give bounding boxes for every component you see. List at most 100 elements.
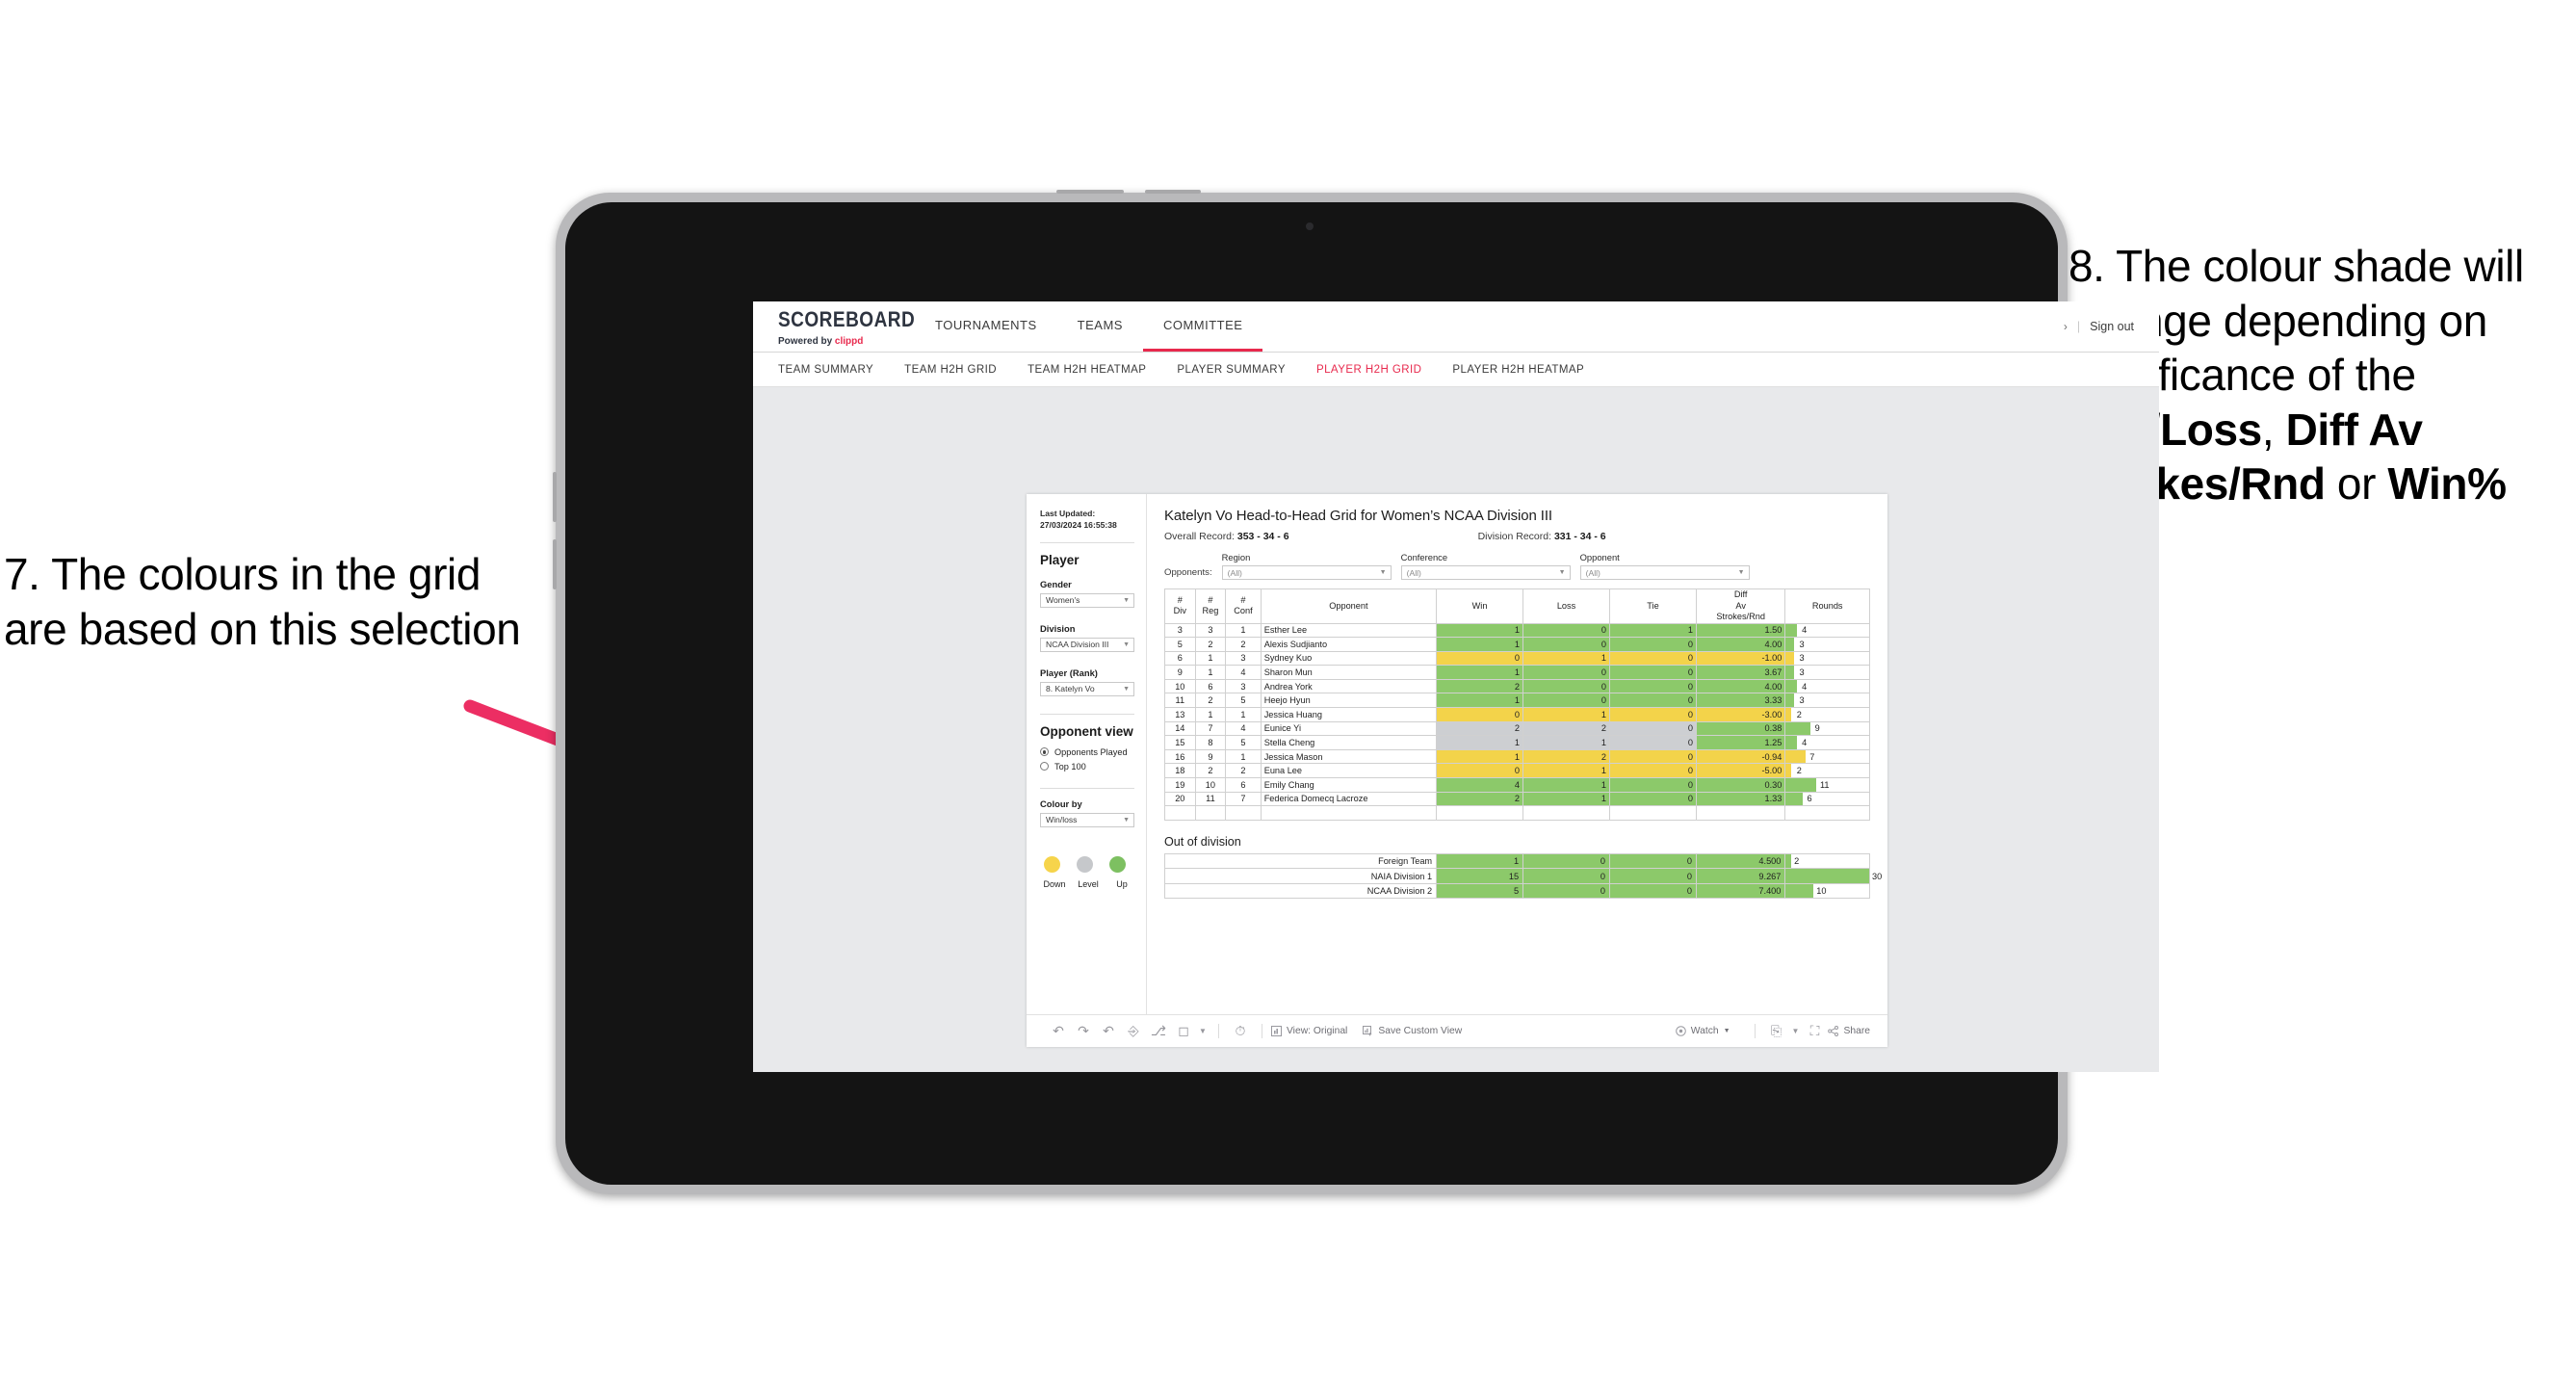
table-row[interactable]: 20 11 7 Federica Domecq Lacroze 2 1 0 1.33 6: [1164, 791, 1870, 807]
opponent-filter-row: Opponents: Region (All) ▼ Conference (Al: [1164, 552, 1870, 580]
chevron-down-icon[interactable]: ▼: [1789, 1027, 1803, 1035]
revert-icon[interactable]: ↶: [1096, 1023, 1121, 1039]
toolbar-right-group: Watch ▼ ⎘ ▼ ⛶ Share: [1675, 1023, 1887, 1039]
col-header-7[interactable]: Diff Av Strokes/Rnd: [1695, 588, 1786, 624]
device-layout-icon[interactable]: ◻: [1171, 1023, 1196, 1039]
table-cell: 0: [1609, 720, 1697, 737]
table-row[interactable]: 19 10 6 Emily Chang 4 1 0 0.30 11: [1164, 777, 1870, 793]
table-cell: 5: [1225, 735, 1262, 750]
colour-legend: [1040, 855, 1134, 873]
tablet-volume-down-button[interactable]: [553, 539, 557, 589]
save-custom-view-button[interactable]: Save Custom View: [1363, 1026, 1462, 1036]
logo-brand: clippd: [834, 336, 864, 347]
share-button[interactable]: Share: [1827, 1026, 1870, 1036]
table-cell: 1: [1436, 665, 1524, 680]
col-header-3[interactable]: Opponent: [1260, 588, 1438, 624]
table-blank-cell: [1260, 805, 1438, 821]
col-header-8[interactable]: Rounds: [1784, 588, 1870, 624]
subnav-player-h2h-heatmap[interactable]: PLAYER H2H HEATMAP: [1452, 364, 1601, 376]
app-logo[interactable]: SCOREBOARD Powered by clippd: [753, 301, 915, 352]
division-select[interactable]: NCAA Division III ▼: [1040, 637, 1134, 652]
overall-record-label: Overall Record:: [1164, 531, 1237, 542]
col-header-6[interactable]: Tie: [1609, 588, 1697, 624]
col-header-0[interactable]: # Div: [1164, 588, 1196, 624]
subnav-team-h2h-grid[interactable]: TEAM H2H GRID: [904, 364, 1014, 376]
tablet-power-button[interactable]: [1056, 190, 1124, 194]
share-label: Share: [1843, 1026, 1870, 1036]
fullscreen-icon[interactable]: ⛶: [1803, 1023, 1828, 1039]
signout-link[interactable]: Sign out: [2090, 320, 2134, 333]
col-header-2[interactable]: # Conf: [1225, 588, 1262, 624]
table-cell: Esther Lee: [1260, 622, 1438, 639]
signout-area: › | Sign out: [2064, 301, 2159, 352]
clock-history-icon[interactable]: ⏱: [1228, 1023, 1253, 1039]
table-row[interactable]: Foreign Team 1 0 0 4.500 2: [1163, 852, 1870, 870]
col-header-4[interactable]: Win: [1436, 588, 1524, 624]
tab-tournaments[interactable]: TOURNAMENTS: [915, 301, 1057, 352]
out-of-division-table[interactable]: Foreign Team 1 0 0 4.500 2 NAIA Division 1 15 0 0…: [1163, 852, 1882, 900]
table-row[interactable]: 3 3 1 Esther Lee 1 0 1 1.50 4: [1164, 622, 1870, 639]
redo-icon[interactable]: ↷: [1071, 1023, 1096, 1039]
conference-select[interactable]: (All) ▼: [1400, 565, 1571, 580]
subnav-player-summary[interactable]: PLAYER SUMMARY: [1177, 364, 1303, 376]
chevron-down-icon: ▼: [1723, 1028, 1730, 1034]
subscribe-icon[interactable]: ⎘: [1764, 1023, 1789, 1039]
table-row[interactable]: 13 1 1 Jessica Huang 0 1 0 -3.00 2: [1164, 707, 1870, 722]
table-row[interactable]: 6 1 3 Sydney Kuo 0 1 0 -1.00 3: [1164, 650, 1870, 667]
table-cell: 3: [1225, 650, 1262, 667]
table-cell: 0: [1609, 852, 1697, 870]
table-cell: 0: [1609, 735, 1697, 750]
view-original-button[interactable]: View: Original: [1271, 1026, 1347, 1036]
col-header-5[interactable]: Loss: [1522, 588, 1611, 624]
subnav-player-h2h-grid[interactable]: PLAYER H2H GRID: [1316, 364, 1439, 376]
table-row[interactable]: NCAA Division 2 5 0 0 7.400 10: [1163, 882, 1870, 900]
table-row[interactable]: 14 7 4 Eunice Yi 2 2 0 0.38 9: [1164, 720, 1870, 737]
rounds-bar-cell: 2: [1784, 852, 1870, 870]
table-blank-cell: [1194, 805, 1226, 821]
radio-top-100[interactable]: Top 100: [1040, 762, 1134, 771]
table-row[interactable]: 5 2 2 Alexis Sudjianto 1 0 0 4.00 3: [1164, 637, 1870, 652]
subnav-team-h2h-heatmap[interactable]: TEAM H2H HEATMAP: [1028, 364, 1163, 376]
table-cell: 2: [1194, 763, 1227, 779]
refresh-icon[interactable]: ⎆: [1121, 1023, 1146, 1039]
table-row[interactable]: 16 9 1 Jessica Mason 1 2 0 -0.94 7: [1164, 748, 1870, 765]
chevron-right-icon[interactable]: ›: [2064, 320, 2068, 333]
player-rank-select[interactable]: 8. Katelyn Vo ▼: [1040, 681, 1134, 696]
rounds-bar: [1785, 708, 1792, 721]
pause-auto-updates-icon[interactable]: ⎇: [1146, 1023, 1171, 1039]
watch-button[interactable]: Watch ▼: [1675, 1026, 1730, 1036]
table-row[interactable]: 9 1 4 Sharon Mun 1 0 0 3.67 3: [1164, 665, 1870, 680]
table-blank-cell: [1609, 805, 1697, 821]
table-blank-cell: [1522, 805, 1611, 821]
rounds-bar: [1785, 722, 1811, 735]
tablet-volume-up-button[interactable]: [553, 472, 557, 522]
gender-label: Gender: [1040, 578, 1072, 589]
gender-select[interactable]: Women's ▼: [1040, 592, 1134, 608]
radio-opponents-played[interactable]: Opponents Played: [1040, 747, 1134, 757]
subnav-team-summary[interactable]: TEAM SUMMARY: [778, 364, 891, 376]
h2h-grid-table[interactable]: # Div # Reg # Conf Opponent Win Loss Tie Diff Av Str…: [1164, 588, 1870, 821]
table-cell: 0: [1522, 868, 1611, 884]
rounds-bar-cell: 11: [1784, 777, 1870, 793]
tab-committee[interactable]: COMMITTEE: [1142, 301, 1263, 352]
table-row[interactable]: 10 6 3 Andrea York 2 0 0 4.00 4: [1164, 678, 1870, 694]
col-header-1[interactable]: # Reg: [1194, 588, 1227, 624]
tab-teams[interactable]: TEAMS: [1057, 301, 1143, 352]
table-row[interactable]: 11 2 5 Heejo Hyun 1 0 0 3.33 3: [1164, 693, 1870, 709]
chevron-down-icon[interactable]: ▼: [1196, 1027, 1210, 1035]
toolbar-divider-3: [1754, 1024, 1756, 1038]
rounds-bar-cell: 30: [1784, 868, 1882, 884]
table-row[interactable]: 15 8 5 Stella Cheng 1 1 0 1.25 4: [1164, 735, 1870, 750]
undo-icon[interactable]: ↶: [1046, 1023, 1071, 1039]
region-select[interactable]: (All) ▼: [1221, 565, 1392, 580]
save-custom-view-label: Save Custom View: [1378, 1026, 1463, 1036]
table-row[interactable]: NAIA Division 1 15 0 0 9.267 30: [1163, 868, 1882, 884]
table-row[interactable]: 18 2 2 Euna Lee 0 1 0 -5.00 2: [1164, 763, 1870, 779]
table-cell: 11: [1194, 791, 1227, 807]
rounds-bar: [1785, 680, 1797, 693]
table-cell: 4.00: [1695, 637, 1786, 652]
chevron-down-icon: ▼: [1558, 569, 1566, 576]
out-of-division-title: Out of division: [1164, 834, 1241, 849]
opponent-select[interactable]: (All) ▼: [1579, 565, 1750, 580]
colour-by-select[interactable]: Win/loss ▼: [1040, 812, 1134, 827]
